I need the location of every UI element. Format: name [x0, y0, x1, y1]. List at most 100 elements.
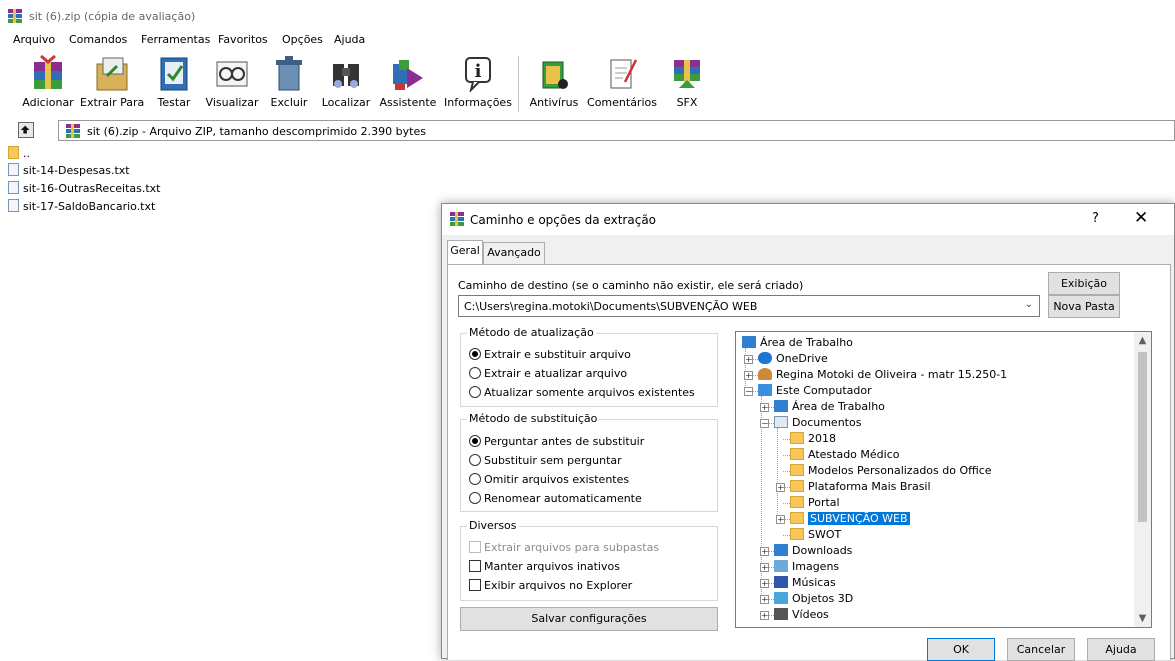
radio-skip-existing[interactable]: Omitir arquivos existentes — [469, 473, 629, 486]
radio-icon — [469, 454, 481, 466]
tree-item[interactable]: Regina Motoki de Oliveira - matr 15.250-… — [758, 367, 1007, 383]
tree-item[interactable]: Área de Trabalho — [774, 399, 885, 415]
sfx-label: SFX — [676, 96, 698, 109]
option-label: Manter arquivos inativos — [484, 560, 620, 573]
tree-item[interactable]: 2018 — [790, 431, 836, 447]
radio-update-existing[interactable]: Atualizar somente arquivos existentes — [469, 386, 695, 399]
extract-to-button[interactable]: Extrair Para — [80, 50, 144, 116]
radio-extract-replace[interactable]: Extrair e substituir arquivo — [469, 348, 631, 361]
tree-item[interactable]: Imagens — [774, 559, 839, 575]
tree-connector — [767, 423, 774, 424]
checkbox-show-in-explorer[interactable]: Exibir arquivos no Explorer — [469, 579, 632, 592]
sfx-icon — [674, 60, 700, 88]
comment-button[interactable]: Comentários — [584, 50, 660, 116]
tree-item-label: 2018 — [808, 432, 836, 445]
scroll-down-icon[interactable]: ▼ — [1134, 610, 1151, 627]
menu-ferramentas[interactable]: Ferramentas — [141, 33, 210, 46]
tree-item[interactable]: Atestado Médico — [790, 447, 899, 463]
ok-button[interactable]: OK — [927, 638, 995, 661]
menu-opcoes[interactable]: Opções — [282, 33, 323, 46]
tree-item[interactable]: Músicas — [774, 575, 836, 591]
checkbox-extract-subfolders[interactable]: Extrair arquivos para subpastas — [469, 541, 659, 554]
radio-overwrite-without-prompt[interactable]: Substituir sem perguntar — [469, 454, 622, 467]
tree-connector — [783, 503, 790, 504]
find-button[interactable]: Localizar — [318, 50, 374, 116]
tree-connector — [783, 519, 790, 520]
cancel-button[interactable]: Cancelar — [1007, 638, 1075, 661]
chevron-down-icon[interactable]: ⌄ — [1025, 299, 1033, 310]
scroll-thumb[interactable] — [1138, 352, 1147, 522]
find-icon — [333, 64, 359, 88]
file-row-saldo-bancario[interactable]: sit-17-SaldoBancario.txt — [8, 199, 155, 215]
checkbox-keep-broken[interactable]: Manter arquivos inativos — [469, 560, 620, 573]
tree-scrollbar[interactable]: ▲ ▼ — [1134, 332, 1151, 627]
save-settings-button[interactable]: Salvar configurações — [460, 607, 718, 631]
menu-ajuda[interactable]: Ajuda — [334, 33, 365, 46]
tree-connector — [783, 455, 790, 456]
tree-item[interactable]: SWOT — [790, 527, 841, 543]
tree-item-label: Portal — [808, 496, 840, 509]
destination-path-combo[interactable]: C:\Users\regina.motoki\Documents\SUBVENÇ… — [458, 295, 1040, 317]
tree-item[interactable]: Área de Trabalho — [742, 335, 853, 351]
documents-icon — [774, 416, 788, 428]
file-row-outras-receitas[interactable]: sit-16-OutrasReceitas.txt — [8, 181, 160, 197]
close-icon[interactable]: ✕ — [1134, 208, 1148, 228]
test-button[interactable]: Testar — [152, 50, 196, 116]
view-button[interactable]: Visualizar — [204, 50, 260, 116]
info-label: Informações — [444, 96, 512, 109]
tree-connector — [767, 551, 774, 552]
file-list[interactable]: .. sit-14-Despesas.txt sit-16-OutrasRece… — [0, 144, 430, 659]
tree-item[interactable]: Portal — [790, 495, 840, 511]
info-button[interactable]: i Informações — [442, 50, 514, 116]
tab-geral[interactable]: Geral — [447, 240, 483, 264]
tree-item[interactable]: Objetos 3D — [774, 591, 853, 607]
menu-comandos[interactable]: Comandos — [69, 33, 127, 46]
tree-connector — [783, 471, 790, 472]
tree-item[interactable]: Modelos Personalizados do Office — [790, 463, 992, 479]
tree-item[interactable]: Documentos — [774, 415, 861, 431]
tab-avancado[interactable]: Avançado — [483, 242, 545, 264]
tree-item-label: Músicas — [792, 576, 836, 589]
add-button[interactable]: Adicionar — [18, 50, 78, 116]
display-button[interactable]: Exibição — [1048, 272, 1120, 295]
images-icon — [774, 560, 788, 572]
tree-item[interactable]: SUBVENÇÃO WEB — [790, 511, 910, 527]
music-icon — [774, 576, 788, 588]
tree-connector — [767, 407, 774, 408]
help-icon[interactable]: ? — [1092, 211, 1099, 226]
up-folder-button[interactable] — [18, 122, 34, 138]
wizard-button[interactable]: Assistente — [378, 50, 438, 116]
tree-item-label: Vídeos — [792, 608, 829, 621]
folder-tree[interactable]: Área de Trabalho + OneDrive + Regina Motoki … — [735, 331, 1152, 628]
tree-item[interactable]: Plataforma Mais Brasil — [790, 479, 931, 495]
menu-arquivo[interactable]: Arquivo — [13, 33, 55, 46]
new-folder-button[interactable]: Nova Pasta — [1048, 295, 1120, 318]
cloud-icon — [758, 352, 772, 364]
dialog-titlebar: Caminho e opções da extração ? ✕ — [442, 204, 1174, 235]
radio-ask-before-overwrite[interactable]: Perguntar antes de substituir — [469, 435, 644, 448]
file-row-parent[interactable]: .. — [8, 146, 30, 162]
update-method-title: Método de atualização — [467, 326, 596, 339]
tree-item-label: Imagens — [792, 560, 840, 573]
tree-item[interactable]: Vídeos — [774, 607, 829, 623]
option-label: Omitir arquivos existentes — [484, 473, 630, 486]
radio-rename-auto[interactable]: Renomear automaticamente — [469, 492, 642, 505]
add-label: Adicionar — [22, 96, 74, 109]
tree-item[interactable]: Downloads — [774, 543, 852, 559]
address-field[interactable]: sit (6).zip - Arquivo ZIP, tamanho desco… — [58, 120, 1175, 141]
menu-favoritos[interactable]: Favoritos — [218, 33, 268, 46]
menu-bar: Arquivo Comandos Ferramentas Favoritos O… — [0, 33, 1175, 49]
window-title: sit (6).zip (cópia de avaliação) — [29, 10, 196, 23]
help-button[interactable]: Ajuda — [1087, 638, 1155, 661]
sfx-button[interactable]: SFX — [664, 50, 710, 116]
tree-item[interactable]: OneDrive — [758, 351, 828, 367]
update-method-group: Método de atualização Extrair e substitu… — [460, 326, 718, 407]
scroll-up-icon[interactable]: ▲ — [1134, 332, 1151, 349]
tree-item[interactable]: Este Computador — [758, 383, 872, 399]
up-arrow-icon — [20, 125, 30, 134]
delete-button[interactable]: Excluir — [266, 50, 312, 116]
tab-panel-geral: Caminho de destino (se o caminho não exi… — [447, 264, 1171, 660]
antivirus-button[interactable]: Antivírus — [526, 50, 582, 116]
radio-extract-update[interactable]: Extrair e atualizar arquivo — [469, 367, 627, 380]
file-row-despesas[interactable]: sit-14-Despesas.txt — [8, 163, 130, 179]
